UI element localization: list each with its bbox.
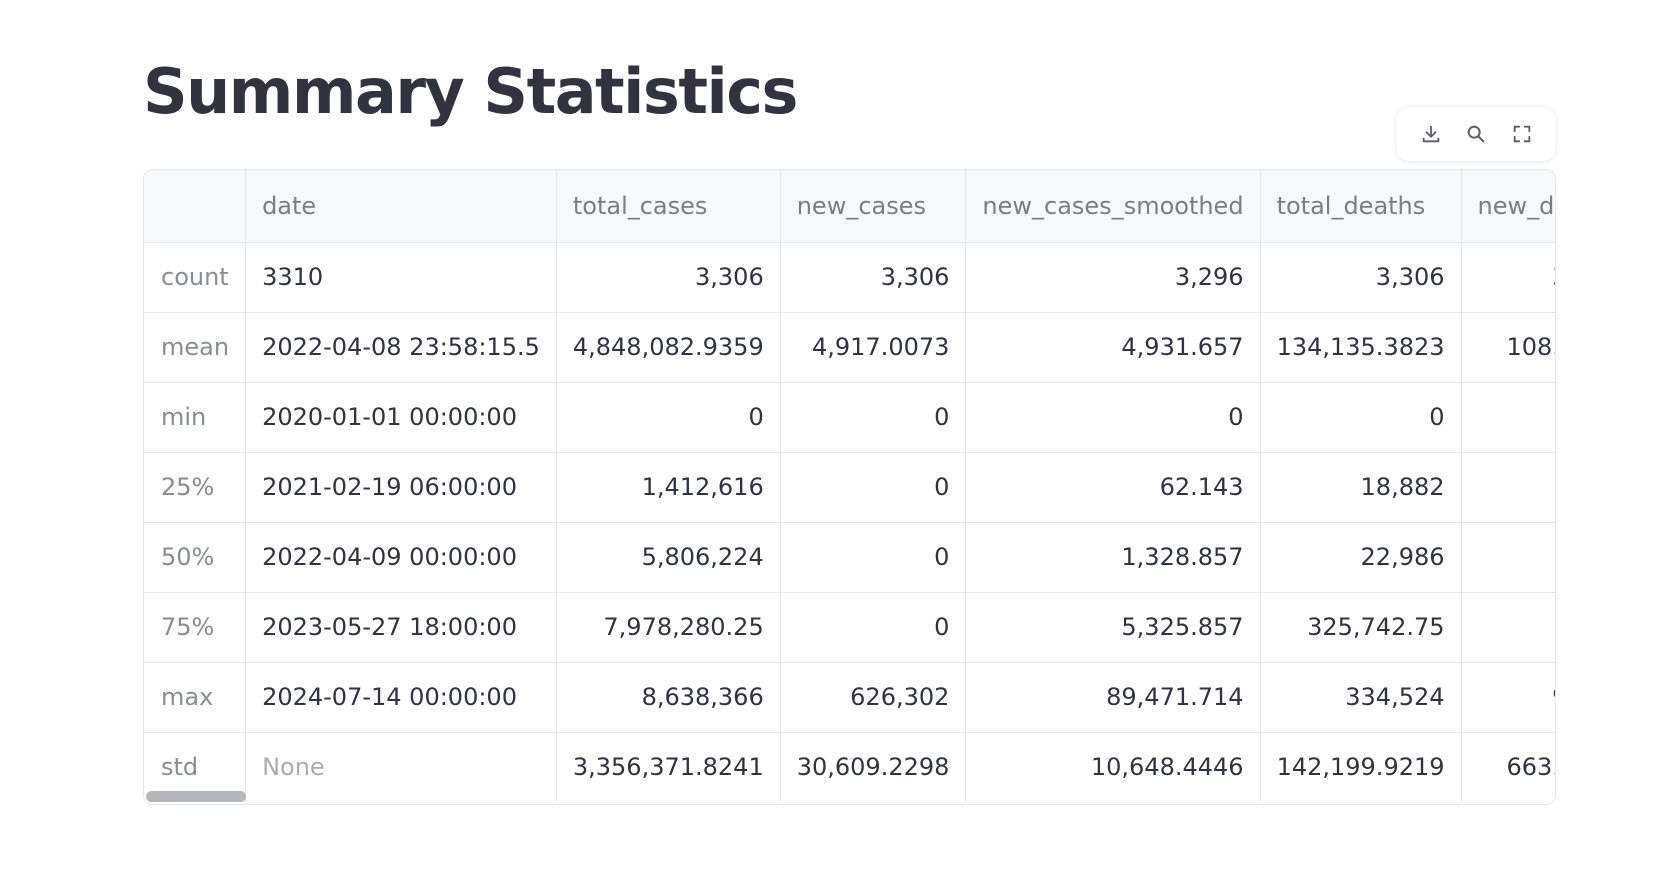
download-button[interactable] bbox=[1413, 116, 1449, 152]
table-cell[interactable]: 0 bbox=[1461, 452, 1555, 523]
table-cell[interactable]: 62.143 bbox=[965, 452, 1261, 523]
table-cell[interactable]: 108.1397 bbox=[1461, 312, 1555, 383]
column-header-new-deaths[interactable]: new_deaths bbox=[1461, 170, 1555, 243]
page: Summary Statistics date total_cases new_… bbox=[0, 0, 1656, 882]
table-cell[interactable]: 626,302 bbox=[780, 662, 967, 733]
column-header-new-cases[interactable]: new_cases bbox=[780, 170, 967, 243]
table-cell[interactable]: 0 bbox=[965, 382, 1261, 453]
table-cell[interactable]: 2024-07-14 00:00:00 bbox=[245, 662, 557, 733]
data-grid[interactable]: date total_cases new_cases new_cases_smo… bbox=[143, 169, 1556, 805]
table-cell[interactable]: 4,917.0073 bbox=[780, 312, 967, 383]
table-cell[interactable]: 1,412,616 bbox=[556, 452, 781, 523]
table-cell-null[interactable]: None bbox=[245, 732, 557, 802]
table-cell[interactable]: 0 bbox=[1260, 382, 1462, 453]
table-cell[interactable]: 10,648.4446 bbox=[965, 732, 1261, 802]
header-row: date total_cases new_cases new_cases_smo… bbox=[144, 170, 1555, 243]
table-cell[interactable]: 0 bbox=[556, 382, 781, 453]
table-cell[interactable]: 3310 bbox=[245, 242, 557, 313]
table-cell[interactable]: 0 bbox=[1461, 522, 1555, 593]
index-header bbox=[144, 170, 247, 243]
table-cell[interactable]: 3,306 bbox=[1461, 242, 1555, 313]
fullscreen-button[interactable] bbox=[1504, 116, 1540, 152]
table-cell[interactable]: 0 bbox=[1461, 592, 1555, 663]
table-cell[interactable]: 4,931.657 bbox=[965, 312, 1261, 383]
table-cell[interactable]: 3,296 bbox=[965, 242, 1261, 313]
summary-table: date total_cases new_cases new_cases_smo… bbox=[144, 170, 1555, 802]
row-label: 50% bbox=[144, 522, 247, 593]
column-header-date[interactable]: date bbox=[245, 170, 557, 243]
table-cell[interactable]: 663.3712 bbox=[1461, 732, 1555, 802]
table-cell[interactable]: 142,199.9219 bbox=[1260, 732, 1462, 802]
column-header-new-cases-smoothed[interactable]: new_cases_smoothed bbox=[965, 170, 1261, 243]
table-cell[interactable]: 3,306 bbox=[780, 242, 967, 313]
row-label: 25% bbox=[144, 452, 247, 523]
table-cell[interactable]: 5,325.857 bbox=[965, 592, 1261, 663]
table-cell[interactable]: 334,524 bbox=[1260, 662, 1462, 733]
table-cell[interactable]: 22,986 bbox=[1260, 522, 1462, 593]
table-cell[interactable]: 0 bbox=[780, 592, 967, 663]
column-header-total-cases[interactable]: total_cases bbox=[556, 170, 781, 243]
table-cell[interactable]: 8,638,366 bbox=[556, 662, 781, 733]
search-icon bbox=[1467, 125, 1485, 143]
table-cell[interactable]: 4,848,082.9359 bbox=[556, 312, 781, 383]
table-cell[interactable]: 2020-01-01 00:00:00 bbox=[245, 382, 557, 453]
table-cell[interactable]: 0 bbox=[780, 452, 967, 523]
table-cell[interactable]: 0 bbox=[1461, 382, 1555, 453]
table-cell[interactable]: 2022-04-08 23:58:15.5 bbox=[245, 312, 557, 383]
table-row: 50% 2022-04-09 00:00:00 5,806,224 0 1,32… bbox=[144, 522, 1555, 593]
table-row: mean 2022-04-08 23:58:15.5 4,848,082.935… bbox=[144, 312, 1555, 383]
table-row: std None 3,356,371.8241 30,609.2298 10,6… bbox=[144, 732, 1555, 802]
row-label: mean bbox=[144, 312, 247, 383]
table-row: 75% 2023-05-27 18:00:00 7,978,280.25 0 5… bbox=[144, 592, 1555, 663]
table-cell[interactable]: 2022-04-09 00:00:00 bbox=[245, 522, 557, 593]
table-row: count 3310 3,306 3,306 3,296 3,306 3,306 bbox=[144, 242, 1555, 313]
table-row: 25% 2021-02-19 06:00:00 1,412,616 0 62.1… bbox=[144, 452, 1555, 523]
table-row: max 2024-07-14 00:00:00 8,638,366 626,30… bbox=[144, 662, 1555, 733]
horizontal-scrollbar-thumb[interactable] bbox=[146, 791, 246, 802]
table-cell[interactable]: 0 bbox=[780, 522, 967, 593]
column-header-total-deaths[interactable]: total_deaths bbox=[1260, 170, 1462, 243]
table-cell[interactable]: 5,806,224 bbox=[556, 522, 781, 593]
table-cell[interactable]: 18,882 bbox=[1260, 452, 1462, 523]
table-cell[interactable]: 2023-05-27 18:00:00 bbox=[245, 592, 557, 663]
table-cell[interactable]: 9,877 bbox=[1461, 662, 1555, 733]
table-cell[interactable]: 3,306 bbox=[1260, 242, 1462, 313]
table-cell[interactable]: 2021-02-19 06:00:00 bbox=[245, 452, 557, 523]
table-cell[interactable]: 3,306 bbox=[556, 242, 781, 313]
download-icon bbox=[1422, 125, 1439, 143]
fullscreen-icon bbox=[1513, 125, 1530, 143]
row-label: max bbox=[144, 662, 247, 733]
row-label: 75% bbox=[144, 592, 247, 663]
table-cell[interactable]: 325,742.75 bbox=[1260, 592, 1462, 663]
table-cell[interactable]: 3,356,371.8241 bbox=[556, 732, 781, 802]
table-cell[interactable]: 30,609.2298 bbox=[780, 732, 967, 802]
page-title: Summary Statistics bbox=[143, 55, 798, 128]
table-cell[interactable]: 0 bbox=[780, 382, 967, 453]
table-toolbar bbox=[1397, 107, 1555, 161]
table-cell[interactable]: 89,471.714 bbox=[965, 662, 1261, 733]
table-row: min 2020-01-01 00:00:00 0 0 0 0 0 bbox=[144, 382, 1555, 453]
table-cell[interactable]: 1,328.857 bbox=[965, 522, 1261, 593]
table-cell[interactable]: 134,135.3823 bbox=[1260, 312, 1462, 383]
search-button[interactable] bbox=[1458, 116, 1494, 152]
table-cell[interactable]: 7,978,280.25 bbox=[556, 592, 781, 663]
row-label: min bbox=[144, 382, 247, 453]
row-label: count bbox=[144, 242, 247, 313]
